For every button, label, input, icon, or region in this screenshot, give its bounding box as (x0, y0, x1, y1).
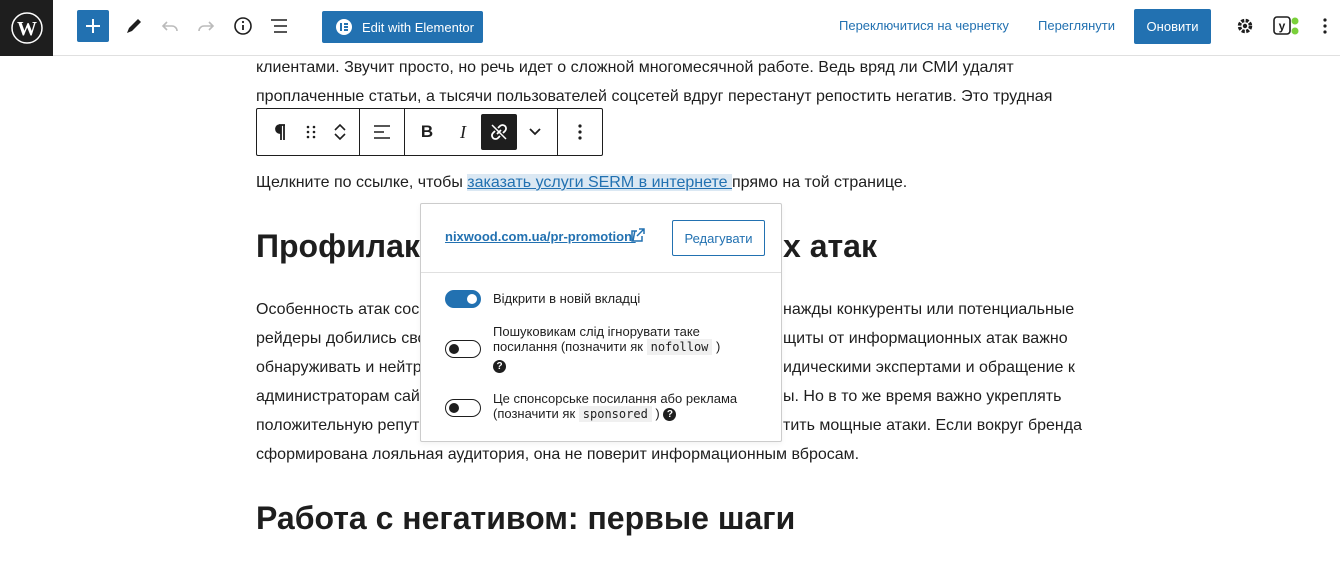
nofollow-toggle[interactable] (445, 340, 481, 358)
move-block-buttons[interactable] (325, 114, 355, 150)
bold-icon: B (420, 122, 434, 141)
wordpress-icon: W (10, 12, 43, 44)
details-button[interactable] (227, 10, 259, 42)
vertical-ellipsis-icon (578, 124, 582, 140)
vertical-ellipsis-icon (1323, 18, 1327, 34)
line-left: Особенность атак сос (256, 301, 420, 318)
paragraph-text: Щелкните по ссылке, чтобы (256, 174, 468, 191)
paragraph-line: клиентами. Звучит просто, но речь идет о… (256, 59, 1014, 76)
heading-text-right: х атак (783, 228, 877, 264)
nofollow-code: nofollow (646, 339, 713, 355)
line-right: нажды конкуренты или потенциальные (783, 301, 1075, 318)
edit-link-button[interactable]: Редагувати (672, 220, 765, 256)
line-right: ы. Но в то же время важно укреплять (783, 388, 1062, 405)
block-options-button[interactable] (562, 114, 598, 150)
paragraph-line: проплаченные статьи, а тысячи пользовате… (256, 88, 1053, 105)
line-left: рейдеры добились сво (256, 330, 427, 347)
edit-with-elementor-button[interactable]: Edit with Elementor (322, 11, 483, 43)
editor-top-toolbar: W Edit with Elementor Переключитися на ч… (0, 0, 1340, 56)
svg-text:y: y (1279, 19, 1286, 33)
sponsored-code: sponsored (578, 406, 652, 422)
close-paren: ) (655, 406, 660, 421)
gear-icon (1237, 18, 1253, 34)
sponsored-label: Це спонсорське посилання або реклама (по… (493, 391, 763, 422)
undo-button[interactable] (154, 10, 186, 42)
block-toolbar-group-block (257, 109, 360, 155)
update-button[interactable]: Оновити (1134, 9, 1211, 44)
more-rich-text-controls-button[interactable] (517, 114, 553, 150)
paragraph-block-top[interactable]: клиентами. Звучит просто, но речь идет о… (256, 53, 1096, 111)
toggle-knob (449, 344, 459, 354)
help-icon[interactable]: ? (493, 360, 506, 374)
line-left: сформирована лояльная аудитория, она не … (256, 446, 860, 463)
sponsored-toggle[interactable] (445, 399, 481, 417)
close-paren: ) (716, 339, 721, 354)
heading-text: Работа с негативом: первые шаги (256, 500, 796, 536)
redo-icon (198, 21, 215, 32)
chevron-down-icon (334, 133, 346, 141)
line-right: щиты от информационных атак важно (783, 330, 1068, 347)
divider (421, 272, 781, 273)
open-in-new-tab-label: Відкрити в новій вкладці (493, 291, 641, 306)
toggle-knob (449, 403, 459, 413)
settings-button[interactable] (1229, 10, 1261, 42)
align-left-icon (374, 125, 390, 139)
info-icon (234, 17, 252, 35)
block-inserter-button[interactable] (77, 10, 109, 42)
nofollow-label: Пошуковикам слід ігнорувати таке посилан… (493, 324, 763, 374)
plus-icon (86, 19, 100, 33)
line-right: тить мощные атаки. Если вокруг бренда (783, 417, 1082, 434)
block-toolbar: B I (256, 108, 603, 156)
unlink-icon (491, 124, 507, 140)
line-right: идическими экспертами и обращение к (783, 359, 1075, 376)
block-toolbar-group-options (558, 109, 602, 155)
chevron-down-icon (529, 128, 541, 136)
open-in-new-tab-toggle[interactable] (445, 290, 481, 308)
redo-button[interactable] (190, 10, 222, 42)
line-left: обнаруживать и нейтр (256, 359, 422, 376)
link-url[interactable]: nixwood.com.ua/pr-promotion/ (445, 229, 636, 244)
line-left: администраторам сай (256, 388, 420, 405)
elementor-label: Edit with Elementor (362, 19, 474, 35)
paragraph-block-selected[interactable]: Щелкните по ссылке, чтобы заказать услуг… (256, 168, 1096, 197)
help-icon[interactable]: ? (663, 408, 677, 422)
block-toolbar-group-format: B I (405, 109, 558, 155)
italic-button[interactable]: I (445, 114, 481, 150)
italic-icon: I (460, 121, 466, 142)
pilcrow-icon (275, 124, 285, 140)
heading-block-2[interactable]: Работа с негативом: первые шаги (256, 498, 795, 538)
list-view-button[interactable] (263, 10, 295, 42)
paragraph-line: сформирована лояльная аудитория, она не … (256, 440, 1096, 469)
preview-button[interactable]: Переглянути (1038, 18, 1115, 33)
tools-button[interactable] (118, 10, 150, 42)
bold-button[interactable]: B (409, 114, 445, 150)
switch-to-draft-button[interactable]: Переключитися на чернетку (839, 18, 1009, 33)
paragraph-text: прямо на той странице. (731, 174, 908, 191)
pencil-icon (127, 19, 141, 33)
paragraph-link[interactable]: заказать услуги SERM в интернете (467, 174, 732, 191)
heading-block-right-part: х атак (783, 226, 877, 266)
align-button[interactable] (364, 114, 400, 150)
paragraph-block-type-button[interactable] (261, 114, 297, 150)
yoast-seo-button[interactable]: y (1271, 10, 1303, 42)
heading-text-left: Профилакт (256, 228, 436, 264)
line-left: положительную репут (256, 417, 420, 434)
unlink-button[interactable] (481, 114, 517, 150)
list-view-icon (271, 19, 287, 33)
heading-block[interactable]: Профилакт (256, 226, 436, 266)
options-menu-button[interactable] (1309, 10, 1340, 42)
drag-icon (306, 125, 316, 139)
svg-text:W: W (17, 18, 37, 40)
yoast-icon: y (1273, 16, 1299, 35)
link-settings-popover: nixwood.com.ua/pr-promotion/ Редагувати … (420, 203, 782, 442)
elementor-icon (336, 19, 352, 35)
block-toolbar-group-align (360, 109, 405, 155)
drag-handle[interactable] (297, 114, 325, 150)
external-link-icon (631, 228, 645, 247)
toggle-knob (467, 294, 477, 304)
wordpress-logo-button[interactable]: W (0, 0, 53, 56)
chevron-up-icon (334, 123, 346, 131)
undo-icon (161, 21, 178, 32)
